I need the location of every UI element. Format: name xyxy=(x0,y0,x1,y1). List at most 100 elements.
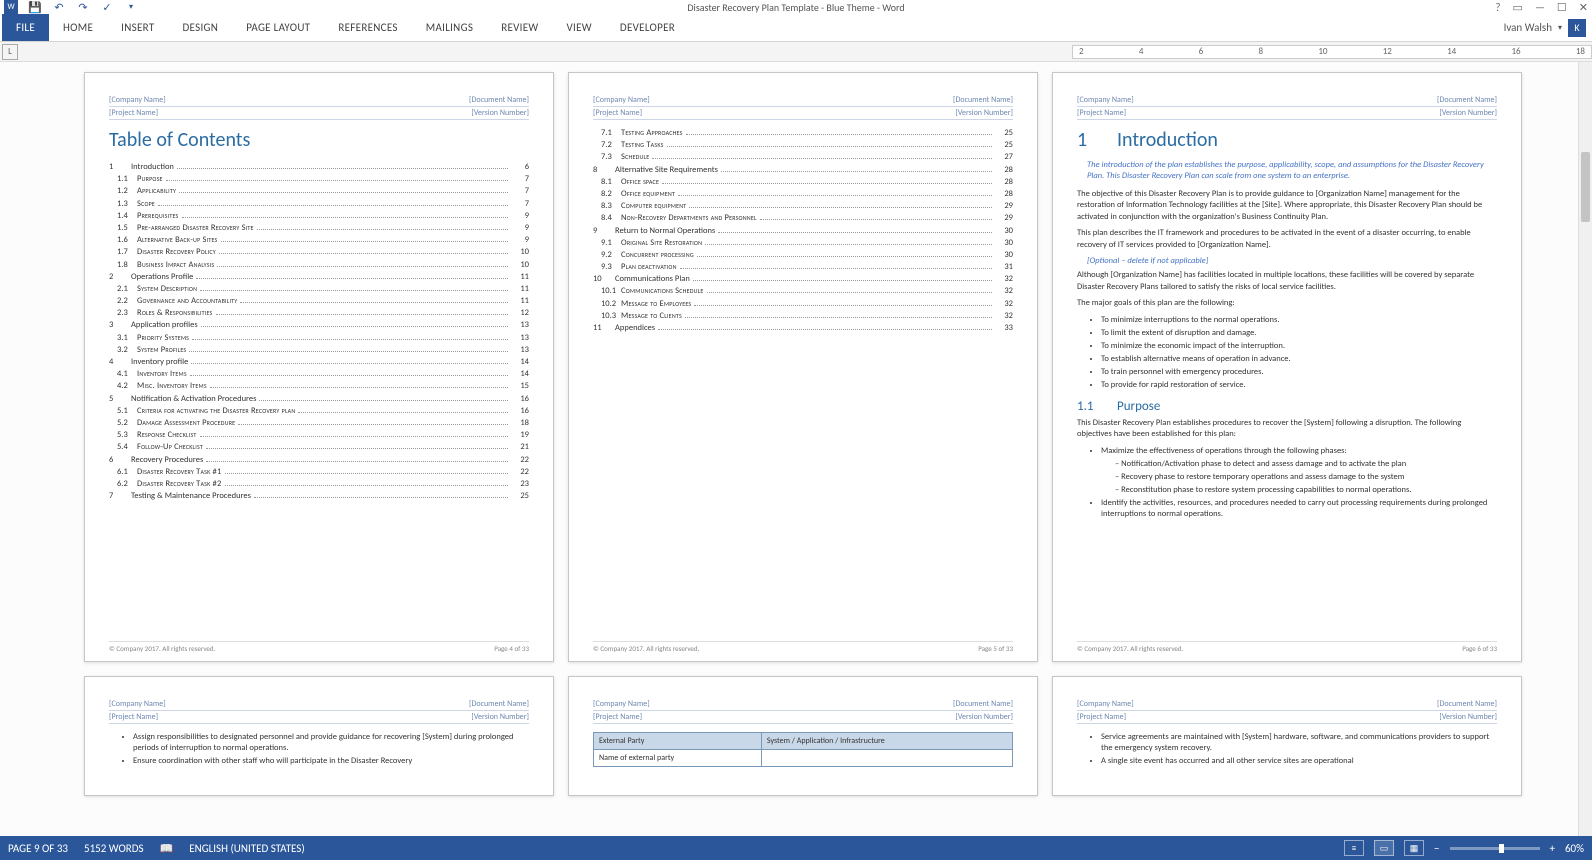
save-icon[interactable]: 💾 xyxy=(28,0,42,14)
toc-entry[interactable]: 1.1Purpose7 xyxy=(109,174,529,184)
toc-entry[interactable]: 3.1Priority Systems13 xyxy=(109,333,529,343)
toc-entry[interactable]: 8.1Office space28 xyxy=(593,177,1013,187)
toc-entry[interactable]: 2Operations Profile11 xyxy=(109,272,529,282)
tab-page-layout[interactable]: PAGE LAYOUT xyxy=(232,14,324,41)
help-icon[interactable]: ? xyxy=(1495,1,1500,14)
toc-entry[interactable]: 7.2Testing Tasks25 xyxy=(593,140,1013,150)
toc-entry[interactable]: 5.1Criteria for activating the Disaster … xyxy=(109,406,529,416)
check-icon[interactable]: ✓ xyxy=(100,0,114,14)
zoom-level[interactable]: 60% xyxy=(1565,842,1584,855)
toc-entry[interactable]: 1Introduction6 xyxy=(109,162,529,172)
toc-entry[interactable]: 4.1Inventory Items14 xyxy=(109,369,529,379)
doc-page-row2-3[interactable]: [Company Name][Document Name] [Project N… xyxy=(1052,676,1522,796)
tab-file[interactable]: FILE xyxy=(2,14,49,41)
zoom-slider[interactable] xyxy=(1450,847,1540,850)
toc-entry[interactable]: 4.2Misc. Inventory Items15 xyxy=(109,381,529,391)
header-docname: [Document Name] xyxy=(953,95,1013,105)
toc-entry[interactable]: 2.2Governance and Accountability11 xyxy=(109,296,529,306)
toc-entry[interactable]: 8.4Non-Recovery Departments and Personne… xyxy=(593,213,1013,223)
footer-copyright: © Company 2017. All rights reserved. xyxy=(593,644,699,653)
footer-copyright: © Company 2017. All rights reserved. xyxy=(109,644,215,653)
toc-entry[interactable]: 3.2System Profiles13 xyxy=(109,345,529,355)
maximize-icon[interactable]: ☐ xyxy=(1557,1,1567,14)
status-language[interactable]: ENGLISH (UNITED STATES) xyxy=(189,842,304,855)
zoom-in-icon[interactable]: + xyxy=(1550,842,1555,855)
toc-entry[interactable]: 5.2Damage Assessment Procedure18 xyxy=(109,418,529,428)
toc-entry[interactable]: 6.1Disaster Recovery Task #122 xyxy=(109,467,529,477)
toc-entry[interactable]: 1.6Alternative Back-up Sites9 xyxy=(109,235,529,245)
toc-entry[interactable]: 8.3Computer equipment29 xyxy=(593,201,1013,211)
dropdown-icon[interactable]: ▾ xyxy=(124,0,138,14)
toc-entry[interactable]: 9.2Concurrent processing30 xyxy=(593,250,1013,260)
toc-entry[interactable]: 9.1Original Site Restoration30 xyxy=(593,238,1013,248)
toc-entry[interactable]: 10.2Message to Employees32 xyxy=(593,299,1013,309)
toc-entry[interactable]: 2.1System Description11 xyxy=(109,284,529,294)
toc-entry[interactable]: 1.2Applicability7 xyxy=(109,186,529,196)
toc-entry[interactable]: 9.3Plan deactivation31 xyxy=(593,262,1013,272)
doc-page-toc-1[interactable]: [Company Name][Document Name] [Project N… xyxy=(84,72,554,662)
window-controls: ? ▭ — ☐ ✕ xyxy=(1495,1,1588,14)
document-area[interactable]: [Company Name][Document Name] [Project N… xyxy=(0,62,1578,836)
undo-icon[interactable]: ↶ xyxy=(52,0,66,14)
minimize-icon[interactable]: — xyxy=(1535,1,1545,14)
tab-mailings[interactable]: MAILINGS xyxy=(412,14,487,41)
tab-references[interactable]: REFERENCES xyxy=(324,14,411,41)
print-layout-icon[interactable]: ▭ xyxy=(1374,840,1394,856)
toc-entry[interactable]: 1.7Disaster Recovery Policy10 xyxy=(109,247,529,257)
toc-entry[interactable]: 3Application profiles13 xyxy=(109,320,529,330)
redo-icon[interactable]: ↷ xyxy=(76,0,90,14)
list-item: Ensure coordination with other staff who… xyxy=(133,756,529,767)
footer-copyright: © Company 2017. All rights reserved. xyxy=(1077,644,1183,653)
status-words[interactable]: 5152 WORDS xyxy=(84,842,144,855)
toc-entry[interactable]: 1.3Scope7 xyxy=(109,199,529,209)
header-project: [Project Name] xyxy=(1077,712,1126,722)
toc-entry[interactable]: 11Appendices33 xyxy=(593,323,1013,333)
close-icon[interactable]: ✕ xyxy=(1579,1,1588,14)
toc-entry[interactable]: 2.3Roles & Responsibilities12 xyxy=(109,308,529,318)
user-account[interactable]: Ivan Walsh ▾ K xyxy=(1504,14,1592,41)
toc-entry[interactable]: 1.8Business Impact Analysis10 xyxy=(109,260,529,270)
scrollbar-thumb[interactable] xyxy=(1581,152,1590,222)
vertical-scrollbar[interactable] xyxy=(1578,62,1592,836)
toc-entry[interactable]: 1.5Pre-arranged Disaster Recovery Site9 xyxy=(109,223,529,233)
read-mode-icon[interactable]: ≡ xyxy=(1344,840,1364,856)
doc-page-toc-2[interactable]: [Company Name][Document Name] [Project N… xyxy=(568,72,1038,662)
tab-design[interactable]: DESIGN xyxy=(168,14,232,41)
toc-entry[interactable]: 7.1Testing Approaches25 xyxy=(593,128,1013,138)
doc-page-row2-1[interactable]: [Company Name][Document Name] [Project N… xyxy=(84,676,554,796)
doc-page-intro[interactable]: [Company Name][Document Name] [Project N… xyxy=(1052,72,1522,662)
doc-page-row2-2[interactable]: [Company Name][Document Name] [Project N… xyxy=(568,676,1038,796)
toc-entry[interactable]: 10.1Communications Schedule32 xyxy=(593,286,1013,296)
horizontal-ruler[interactable]: 2 4 6 8 10 12 14 16 18 xyxy=(1072,45,1592,59)
tab-selector[interactable]: L xyxy=(2,44,18,60)
zoom-out-icon[interactable]: − xyxy=(1434,842,1439,855)
proofing-icon[interactable]: 📖 xyxy=(160,842,174,855)
toc-entry[interactable]: 8Alternative Site Requirements28 xyxy=(593,165,1013,175)
toc-entry[interactable]: 6Recovery Procedures22 xyxy=(109,455,529,465)
toc-entry[interactable]: 5.3Response Checklist19 xyxy=(109,430,529,440)
tab-view[interactable]: VIEW xyxy=(553,14,606,41)
tab-developer[interactable]: DEVELOPER xyxy=(606,14,689,41)
footer-pagenum: Page 5 of 33 xyxy=(978,644,1013,653)
assumptions-list: Service agreements are maintained with [… xyxy=(1077,732,1497,767)
toc-entry[interactable]: 8.2Office equipment28 xyxy=(593,189,1013,199)
toc-entry[interactable]: 7.3Schedule27 xyxy=(593,152,1013,162)
toc-entry[interactable]: 6.2Disaster Recovery Task #223 xyxy=(109,479,529,489)
web-layout-icon[interactable]: ▦ xyxy=(1404,840,1424,856)
footer-pagenum: Page 4 of 33 xyxy=(494,644,529,653)
toc-entry[interactable]: 9Return to Normal Operations30 xyxy=(593,226,1013,236)
ribbon-options-icon[interactable]: ▭ xyxy=(1513,1,1523,14)
tab-home[interactable]: HOME xyxy=(49,14,107,41)
toc-entry[interactable]: 5Notification & Activation Procedures16 xyxy=(109,394,529,404)
goal-item: To minimize the economic impact of the i… xyxy=(1101,341,1497,352)
toc-entry[interactable]: 1.4Prerequisites9 xyxy=(109,211,529,221)
toc-entry[interactable]: 10Communications Plan32 xyxy=(593,274,1013,284)
footer-pagenum: Page 6 of 33 xyxy=(1462,644,1497,653)
toc-entry[interactable]: 10.3Message to Clients32 xyxy=(593,311,1013,321)
tab-review[interactable]: REVIEW xyxy=(487,14,552,41)
tab-insert[interactable]: INSERT xyxy=(107,14,168,41)
toc-entry[interactable]: 4Inventory profile14 xyxy=(109,357,529,367)
toc-entry[interactable]: 7Testing & Maintenance Procedures25 xyxy=(109,491,529,501)
toc-entry[interactable]: 5.4Follow-Up Checklist21 xyxy=(109,442,529,452)
status-page[interactable]: PAGE 9 OF 33 xyxy=(8,842,68,855)
